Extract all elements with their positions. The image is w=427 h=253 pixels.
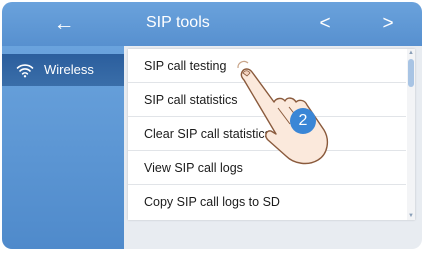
list-item-label: View SIP call logs — [144, 161, 243, 175]
list-item-label: SIP call testing — [144, 59, 227, 73]
page-title: SIP tools — [146, 14, 210, 31]
chevron-left-icon: < — [319, 13, 331, 34]
sidebar-item-wireless[interactable]: Wireless — [2, 54, 124, 86]
list-item-clear-sip-call-statistics[interactable]: Clear SIP call statistics — [128, 117, 406, 151]
list-item-label: Clear SIP call statistics — [144, 127, 271, 141]
sidebar-item-label: Wireless — [44, 62, 94, 77]
sidebar: Wireless — [2, 46, 124, 249]
sip-tools-list: SIP call testing SIP call statistics Cle… — [128, 49, 415, 220]
list-item-sip-call-testing[interactable]: SIP call testing — [128, 49, 406, 83]
previous-button[interactable]: < — [313, 11, 337, 37]
back-button[interactable]: ← — [49, 11, 79, 37]
scroll-down-icon[interactable]: ▼ — [408, 213, 414, 219]
chevron-right-icon: > — [382, 13, 394, 34]
list-item-copy-sip-call-logs-to-sd[interactable]: Copy SIP call logs to SD — [128, 185, 406, 218]
step-number-badge: 2 — [290, 108, 316, 134]
list-item-sip-call-statistics[interactable]: SIP call statistics — [128, 83, 406, 117]
list-item-view-sip-call-logs[interactable]: View SIP call logs — [128, 151, 406, 185]
next-button[interactable]: > — [376, 11, 400, 37]
list-scrollbar[interactable]: ▲ ▼ — [407, 49, 415, 220]
device-screen: ← SIP tools < > Wireless SIP call testin… — [2, 2, 422, 249]
scroll-thumb[interactable] — [408, 59, 414, 87]
wifi-icon — [16, 64, 34, 78]
list-item-label: SIP call statistics — [144, 93, 238, 107]
arrow-left-icon: ← — [53, 12, 75, 35]
top-bar: ← SIP tools < > — [2, 2, 422, 46]
scroll-up-icon[interactable]: ▲ — [408, 50, 414, 56]
list-item-label: Copy SIP call logs to SD — [144, 195, 280, 209]
